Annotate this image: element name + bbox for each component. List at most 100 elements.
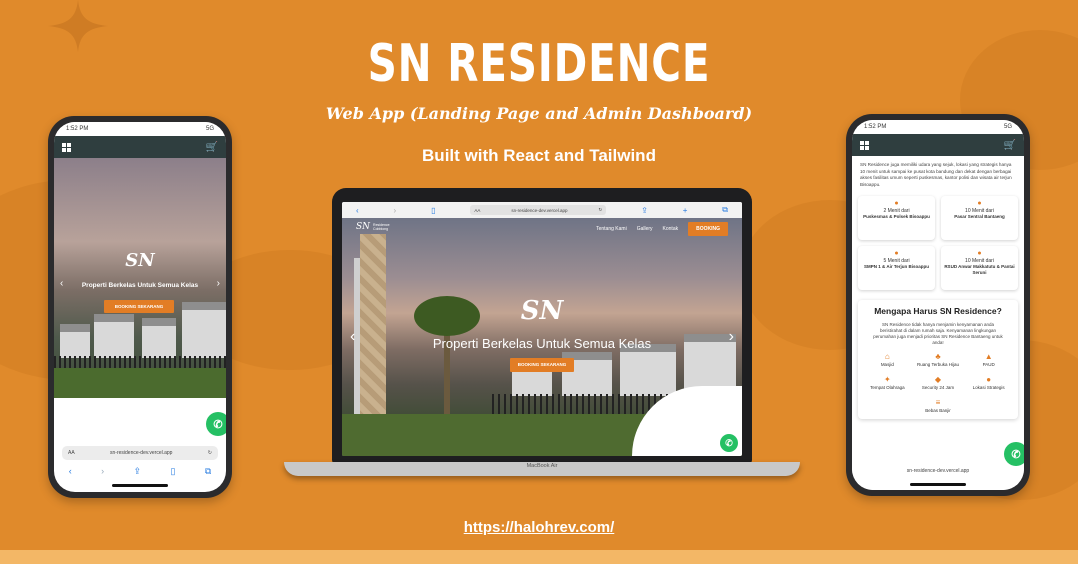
left-phone-screen: 1:52 PM 5G 🛒 SN Properti Berkelas Untuk … bbox=[54, 122, 226, 492]
status-time: 1:52 PM bbox=[864, 124, 887, 130]
back-icon[interactable]: ‹ bbox=[69, 466, 72, 477]
brand[interactable]: SN Residence Cobblong bbox=[356, 222, 399, 232]
app-bar: 🛒 bbox=[54, 136, 226, 158]
share-icon[interactable]: ⇪ bbox=[134, 466, 142, 477]
grass bbox=[54, 368, 226, 398]
shield-icon: ◆ bbox=[934, 375, 942, 384]
laptop-screen: ‹ › ▯ AA sn-residence-dev.vercel.app ↻ ⇪… bbox=[342, 202, 742, 456]
grid-icon[interactable] bbox=[860, 140, 869, 150]
home-indicator bbox=[910, 483, 966, 486]
url-bar[interactable]: AA sn-residence-dev.vercel.app ↻ bbox=[62, 446, 218, 460]
feature-item: ⌂ Masjid bbox=[862, 352, 913, 367]
feature-item: ● Lokasi Strategis bbox=[963, 375, 1014, 390]
nav-link-contact[interactable]: Kontak bbox=[663, 226, 679, 232]
status-signal: 5G bbox=[1003, 124, 1012, 130]
laptop-base: MacBook Air bbox=[284, 462, 800, 476]
page-title: SN RESIDENCE bbox=[367, 34, 711, 94]
feature-item: ▲ PAUD bbox=[963, 352, 1014, 367]
location-card: ● 5 Menit dari SMPN 1 & Air Terjun Bisoa… bbox=[858, 246, 935, 290]
pin-icon: ● bbox=[977, 250, 982, 257]
status-bar: 1:52 PM 5G bbox=[852, 120, 1024, 134]
fitness-icon: ✦ bbox=[883, 375, 891, 384]
whatsapp-icon[interactable]: ✆ bbox=[720, 434, 738, 452]
grid-icon[interactable] bbox=[62, 142, 71, 152]
pin-icon: ● bbox=[986, 375, 992, 384]
location-place: SMPN 1 & Air Terjun Bisoappu bbox=[863, 264, 929, 269]
location-card: ● 10 Menit dari RSUD Anwar Makkatutu & P… bbox=[941, 246, 1018, 290]
cart-icon[interactable]: 🛒 bbox=[206, 142, 218, 153]
pin-icon: ● bbox=[894, 200, 899, 207]
pin-icon: ● bbox=[977, 200, 982, 207]
reload-icon[interactable]: ↻ bbox=[208, 450, 212, 456]
feature-label: Masjid bbox=[880, 362, 894, 367]
text-size-button[interactable]: AA bbox=[474, 208, 480, 213]
location-card: ● 2 Menit dari Puskesmas & Polsek Bisoap… bbox=[858, 196, 935, 240]
location-place: RSUD Anwar Makkatutu & Pantai Seruni bbox=[944, 264, 1015, 275]
hero-section: SN Residence Cobblong Tentang Kami Galle… bbox=[342, 218, 742, 456]
why-title: Mengapa Harus SN Residence? bbox=[874, 306, 1002, 316]
feature-item: ◆ Security 24 Jam bbox=[913, 375, 964, 390]
hero-logo: SN bbox=[125, 250, 155, 271]
feature-item: ≡ Bebas Banjir bbox=[913, 398, 964, 413]
bottom-strip bbox=[0, 550, 1078, 564]
page-content: SN Residence juga memiliki udara yang se… bbox=[852, 156, 1024, 490]
forward-icon[interactable]: › bbox=[394, 206, 397, 215]
location-place: Pasar Sentral Bantaeng bbox=[954, 214, 1005, 219]
sparkle-icon bbox=[48, 0, 108, 52]
brand-logo: SN bbox=[356, 222, 371, 232]
tree-icon: ♣ bbox=[935, 352, 941, 361]
booking-button[interactable]: BOOKING SEKARANG bbox=[104, 300, 174, 313]
hero-title: Properti Berkelas Untuk Semua Kelas bbox=[81, 282, 199, 289]
back-icon[interactable]: ‹ bbox=[356, 206, 359, 215]
text-size-button[interactable]: AA bbox=[68, 450, 75, 456]
url-text: sn-residence-dev.vercel.app bbox=[906, 468, 970, 474]
left-phone-mockup: 1:52 PM 5G 🛒 SN Properti Berkelas Untuk … bbox=[48, 116, 232, 498]
laptop-mockup: ‹ › ▯ AA sn-residence-dev.vercel.app ↻ ⇪… bbox=[332, 188, 752, 464]
book-icon[interactable]: ▯ bbox=[431, 206, 435, 215]
safari-toolbar: ‹ › ⇪ ▯ ⧉ bbox=[54, 466, 226, 477]
graduation-icon: ▲ bbox=[984, 352, 993, 361]
url-text: sn-residence-dev.vercel.app bbox=[511, 207, 568, 213]
intro-paragraph: SN Residence juga memiliki udara yang se… bbox=[860, 162, 1012, 187]
cart-icon[interactable]: 🛒 bbox=[1004, 140, 1016, 151]
nav-booking-button[interactable]: BOOKING bbox=[688, 222, 728, 236]
feature-item: ✦ Tempat Olahraga bbox=[862, 375, 913, 390]
right-phone-screen: 1:52 PM 5G 🛒 SN Residence juga memiliki … bbox=[852, 120, 1024, 490]
status-signal: 5G bbox=[205, 126, 214, 132]
whatsapp-icon[interactable]: ✆ bbox=[206, 412, 226, 436]
new-tab-icon[interactable]: + bbox=[683, 206, 688, 215]
prev-arrow-icon[interactable]: ‹ bbox=[350, 328, 355, 346]
location-grid: ● 2 Menit dari Puskesmas & Polsek Bisoap… bbox=[852, 194, 1024, 292]
booking-button[interactable]: BOOKING SEKARANG bbox=[510, 358, 574, 372]
mosque-icon: ⌂ bbox=[884, 352, 890, 361]
hero-section: SN Properti Berkelas Untuk Semua Kelas B… bbox=[54, 158, 226, 398]
status-bar: 1:52 PM 5G bbox=[54, 122, 226, 136]
feature-label: Security 24 Jam bbox=[921, 385, 955, 390]
tabs-icon[interactable]: ⧉ bbox=[205, 466, 211, 477]
prev-arrow-icon[interactable]: ‹ bbox=[60, 278, 63, 289]
site-nav: SN Residence Cobblong Tentang Kami Galle… bbox=[342, 218, 742, 240]
hero-logo: SN bbox=[520, 296, 564, 326]
whatsapp-icon[interactable]: ✆ bbox=[1004, 442, 1024, 466]
nav-link-about[interactable]: Tentang Kami bbox=[596, 226, 627, 232]
pin-icon: ● bbox=[894, 250, 899, 257]
next-arrow-icon[interactable]: › bbox=[217, 278, 220, 289]
feature-label: PAUD bbox=[982, 362, 995, 367]
why-text: SN Residence tidak hanya menjamin kenyam… bbox=[873, 322, 1003, 345]
brand-name: Residence Cobblong bbox=[373, 223, 390, 231]
reload-icon[interactable]: ↻ bbox=[599, 207, 603, 213]
tabs-icon[interactable]: ⧉ bbox=[722, 205, 728, 215]
next-arrow-icon[interactable]: › bbox=[729, 328, 734, 346]
location-place: Puskesmas & Polsek Bisoappu bbox=[863, 214, 930, 219]
website-link[interactable]: https://halohrev.com/ bbox=[0, 519, 1078, 536]
share-icon[interactable]: ⇪ bbox=[641, 206, 648, 215]
nav-link-gallery[interactable]: Gallery bbox=[637, 226, 653, 232]
feature-grid: ⌂ Masjid ♣ Ruang Terbuka Hijau ▲ PAUD ✦ Temp… bbox=[862, 352, 1014, 413]
location-card: ● 10 Menit dari Pasar Sentral Bantaeng bbox=[941, 196, 1018, 240]
url-text: sn-residence-dev.vercel.app bbox=[110, 450, 173, 456]
bookmarks-icon[interactable]: ▯ bbox=[170, 466, 175, 477]
status-time: 1:52 PM bbox=[66, 126, 89, 132]
feature-label: Tempat Olahraga bbox=[870, 385, 905, 390]
forward-icon[interactable]: › bbox=[101, 466, 104, 477]
address-bar[interactable]: AA sn-residence-dev.vercel.app ↻ bbox=[470, 205, 607, 215]
